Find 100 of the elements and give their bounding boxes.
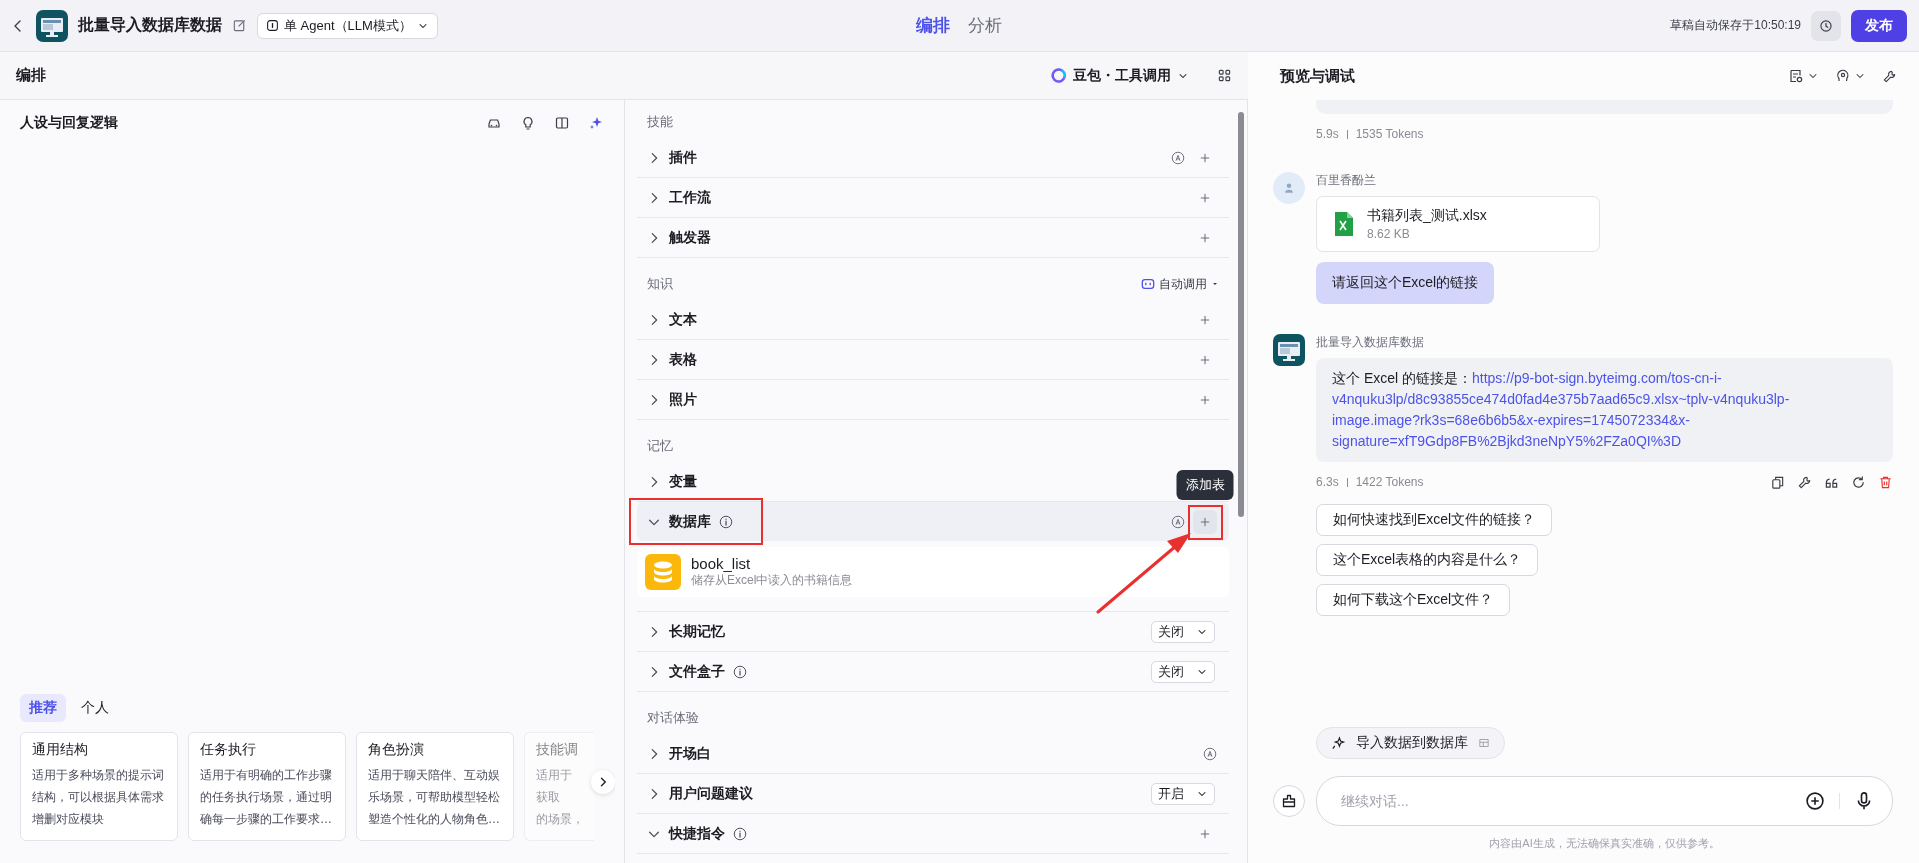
table-icon <box>1478 737 1490 749</box>
template-card[interactable]: 技能调 适用于 获取 的场景， <box>524 732 594 841</box>
scrollbar[interactable] <box>1238 112 1244 517</box>
section-label[interactable]: 触发器 <box>669 228 711 247</box>
head-icon <box>1835 68 1851 84</box>
section-title: 记忆 <box>647 437 674 455</box>
history-button[interactable] <box>1811 10 1841 41</box>
section-label[interactable]: 长期记忆 <box>669 622 725 641</box>
template-tab[interactable]: 推荐 <box>20 694 66 722</box>
section-label[interactable]: 快捷指令 <box>669 824 725 843</box>
autosave-status: 草稿自动保存于10:50:19 <box>1670 17 1801 34</box>
card-description: 适用于多种场景的提示词结构，可以根据具体需求增删对应模块 <box>32 767 165 828</box>
publish-button[interactable]: 发布 <box>1851 9 1907 42</box>
voice-dropdown[interactable] <box>1835 68 1866 84</box>
plus-icon <box>1199 353 1211 366</box>
debug-settings-dropdown[interactable] <box>1788 68 1819 84</box>
database-description: 储存从Excel中读入的书籍信息 <box>691 572 853 589</box>
bot-title: 批量导入数据库数据 <box>78 15 222 35</box>
template-card[interactable]: 任务执行 适用于有明确的工作步骤的任务执行场景，通过明确每一步骤的工作要求… <box>188 732 346 841</box>
auto-call-dropdown[interactable]: 自动调用 <box>1141 275 1219 293</box>
section-label[interactable]: 文件盒子 <box>669 662 725 681</box>
card-title: 通用结构 <box>32 741 89 759</box>
file-size: 8.62 KB <box>1367 227 1411 241</box>
section-label[interactable]: 变量 <box>669 472 697 491</box>
template-card[interactable]: 通用结构 适用于多种场景的提示词结构，可以根据具体需求增删对应模块 <box>20 732 178 841</box>
section-title: 对话体验 <box>647 709 700 727</box>
view-tab[interactable]: 编排 <box>915 14 950 37</box>
user-message: 请返回这个Excel的链接 <box>1316 262 1495 304</box>
wrench-icon[interactable] <box>1882 68 1897 84</box>
bot-message: 这个 Excel 的链接是：https://p9-bot-sign.byteimg.com/tos-cn-i-v4nquku3lp/d8c93855ce474d0fad4e375b7aad65c9.xlsx~tplv-v4nquku3lp-image.image?rk3s=68e6b6b5&x-expires=1745072334&x-signature=xfT9Gdp8FB%2Bjkd3neNpY5%2FZa0QI%3D <box>1316 358 1893 462</box>
section-label[interactable]: 工作流 <box>669 188 711 207</box>
suggestion-chip[interactable]: 如何快速找到Excel文件的链接？ <box>1316 504 1553 536</box>
database-card[interactable]: book_list 储存从Excel中读入的书籍信息 <box>637 547 1229 597</box>
plus-icon <box>1199 515 1211 528</box>
delete-icon[interactable] <box>1878 474 1893 490</box>
section-title: 技能 <box>647 113 674 131</box>
bot-avatar-icon <box>1273 334 1305 366</box>
section-label[interactable]: 用户问题建议 <box>669 784 753 803</box>
view-tab[interactable]: 分析 <box>967 14 1002 37</box>
plus-icon <box>1199 393 1211 406</box>
plus-icon <box>1199 151 1211 164</box>
highlight-box <box>1188 505 1223 540</box>
response-time: 5.9s <box>1316 127 1339 141</box>
agent-mode-dropdown[interactable]: 单 Agent（LLM模式） <box>257 12 438 39</box>
database-name: book_list <box>691 555 752 572</box>
plus-icon <box>1199 231 1211 244</box>
database-icon <box>645 554 681 590</box>
model-dropdown[interactable]: 豆包・工具调用 <box>1045 65 1195 86</box>
sparkle-icon <box>1331 735 1346 751</box>
message-input-box[interactable]: 继续对话... <box>1316 776 1893 826</box>
card-description: 获取 <box>536 789 561 806</box>
tooltip: 添加表 <box>1176 469 1234 500</box>
token-count: 1422 Tokens <box>1355 475 1424 489</box>
history-icon <box>1819 18 1833 33</box>
split-view-icon[interactable] <box>554 115 570 131</box>
suggestion-chip[interactable]: 如何下载这个Excel文件？ <box>1316 584 1511 616</box>
response-time: 6.3s <box>1316 475 1339 489</box>
clear-context-button[interactable] <box>1273 785 1305 817</box>
status-select[interactable]: 关闭 <box>1151 620 1215 643</box>
edit-icon[interactable] <box>232 18 247 33</box>
plus-icon <box>1199 313 1211 326</box>
message-input[interactable]: 继续对话... <box>1339 792 1791 810</box>
card-title: 角色扮演 <box>368 741 425 759</box>
next-button[interactable] <box>591 770 615 794</box>
sparkle-icon[interactable] <box>588 115 604 131</box>
section-label[interactable]: 开场白 <box>669 744 711 763</box>
suggestion-chip[interactable]: 这个Excel表格的内容是什么？ <box>1316 544 1539 576</box>
shortcut-chip[interactable]: 导入数据到数据库 <box>1316 727 1505 759</box>
bulb-icon[interactable] <box>520 115 536 131</box>
broom-icon <box>1281 793 1297 809</box>
add-circle-icon[interactable] <box>1805 791 1825 811</box>
template-tab[interactable]: 个人 <box>72 694 118 722</box>
wrench-icon[interactable] <box>1797 474 1812 490</box>
section-label[interactable]: 文本 <box>669 310 697 329</box>
section-label[interactable]: 照片 <box>669 390 697 409</box>
card-description: 适用于有明确的工作步骤的任务执行场景，通过明确每一步骤的工作要求… <box>200 767 333 828</box>
section-label[interactable]: 插件 <box>669 148 697 167</box>
card-title: 任务执行 <box>200 741 257 759</box>
grid-icon[interactable] <box>1217 68 1232 83</box>
panel-title: 编排 <box>16 66 47 85</box>
panel-title: 预览与调试 <box>1280 66 1356 86</box>
agent-icon <box>266 19 279 32</box>
refresh-icon[interactable] <box>1851 474 1866 490</box>
card-description: 适用于 <box>536 767 573 784</box>
copy-icon[interactable] <box>1770 474 1785 490</box>
card-description: 适用于聊天陪伴、互动娱乐场景，可帮助模型轻松塑造个性化的人物角色… <box>368 767 501 828</box>
section-title: 人设与回复逻辑 <box>20 114 119 132</box>
token-count: 1535 Tokens <box>1355 127 1424 141</box>
section-label[interactable]: 表格 <box>669 350 697 369</box>
template-card[interactable]: 角色扮演 适用于聊天陪伴、互动娱乐场景，可帮助模型轻松塑造个性化的人物角色… <box>356 732 514 841</box>
card-title: 技能调 <box>536 741 579 759</box>
spreadsheet-file-icon <box>1333 212 1355 236</box>
section-title: 知识 <box>647 275 674 293</box>
section-label[interactable]: 数据库 <box>669 512 711 531</box>
plus-icon <box>1199 191 1211 204</box>
status-select[interactable]: 关闭 <box>1151 660 1215 683</box>
monitor-logo-icon <box>36 9 68 42</box>
status-select[interactable]: 开启 <box>1151 782 1215 805</box>
file-name: 书籍列表_测试.xlsx <box>1367 207 1487 225</box>
file-attachment[interactable]: 书籍列表_测试.xlsx 8.62 KB <box>1316 196 1600 252</box>
